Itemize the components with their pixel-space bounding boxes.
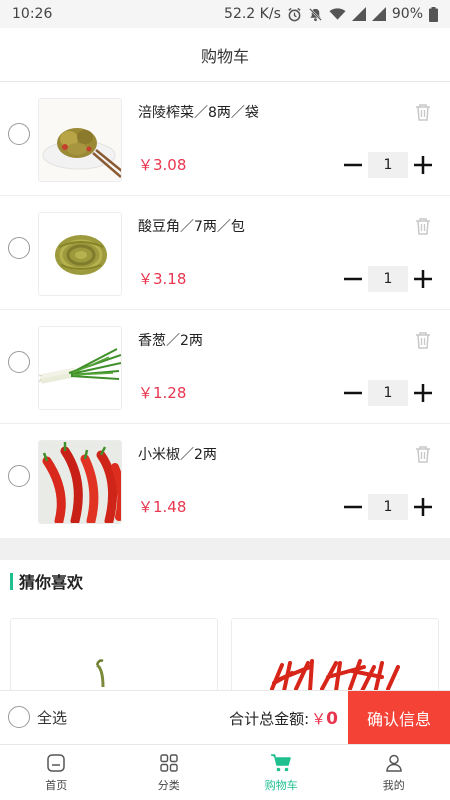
page-title: 购物车 xyxy=(200,46,249,66)
select-all-checkbox[interactable] xyxy=(8,706,30,728)
increase-button[interactable] xyxy=(410,494,436,520)
tab-home[interactable]: 首页 xyxy=(0,745,113,800)
tab-category[interactable]: 分类 xyxy=(113,745,226,800)
tab-home-label: 首页 xyxy=(45,778,68,792)
cart-icon xyxy=(271,753,292,771)
product-image-red-chili[interactable] xyxy=(38,440,122,524)
cart-list: 涪陵榨菜／8两／袋 ￥3.08 1 酸豆角／7两／包 ￥3.18 1 香葱／2两… xyxy=(0,82,450,538)
decrease-button[interactable] xyxy=(340,266,366,292)
tab-category-label: 分类 xyxy=(157,778,180,792)
quantity-input[interactable]: 1 xyxy=(368,266,408,292)
product-image-pickled-mustard[interactable] xyxy=(38,98,122,182)
product-name[interactable]: 香葱／2两 xyxy=(138,330,203,350)
quantity-input[interactable]: 1 xyxy=(368,494,408,520)
status-bar: 10:26 52.2 K/s 90% xyxy=(0,0,450,28)
trash-icon[interactable] xyxy=(414,216,432,236)
decrease-button[interactable] xyxy=(340,494,366,520)
section-divider xyxy=(0,538,450,560)
quantity-input[interactable]: 1 xyxy=(368,152,408,178)
total-amount: 合计总金额: ￥0 xyxy=(229,708,338,729)
quantity-stepper: 1 xyxy=(340,492,436,522)
mute-icon xyxy=(308,7,323,22)
decrease-button[interactable] xyxy=(340,152,366,178)
signal-icon xyxy=(351,7,366,21)
recommend-section: 猜你喜欢 xyxy=(0,560,450,708)
grid-icon xyxy=(160,753,178,772)
total-currency: ￥ xyxy=(311,710,327,728)
increase-button[interactable] xyxy=(410,380,436,406)
recommend-title-text: 猜你喜欢 xyxy=(19,573,84,592)
increase-button[interactable] xyxy=(410,152,436,178)
quantity-stepper: 1 xyxy=(340,150,436,180)
product-price: ￥3.08 xyxy=(138,156,187,174)
wifi-icon xyxy=(329,7,346,21)
product-price: ￥1.48 xyxy=(138,498,187,516)
quantity-stepper: 1 xyxy=(340,378,436,408)
item-select-checkbox[interactable] xyxy=(8,351,30,373)
cart-item: 酸豆角／7两／包 ￥3.18 1 xyxy=(0,196,450,310)
status-time: 10:26 xyxy=(12,6,53,22)
quantity-stepper: 1 xyxy=(340,264,436,294)
product-price: ￥3.18 xyxy=(138,270,187,288)
product-name[interactable]: 小米椒／2两 xyxy=(138,444,217,464)
battery-icon xyxy=(429,6,438,22)
total-value: ￥0 xyxy=(311,708,338,729)
cart-item: 小米椒／2两 ￥1.48 1 xyxy=(0,424,450,538)
signal-icon xyxy=(371,7,386,21)
product-name[interactable]: 酸豆角／7两／包 xyxy=(138,216,245,236)
tab-cart[interactable]: 购物车 xyxy=(225,745,338,800)
alarm-icon xyxy=(287,7,302,22)
item-select-checkbox[interactable] xyxy=(8,123,30,145)
page-header: 购物车 xyxy=(0,28,450,82)
tab-cart-label: 购物车 xyxy=(264,778,298,792)
total-number: 0 xyxy=(326,709,338,729)
checkout-bar: 全选 合计总金额: ￥0 确认信息 xyxy=(0,690,450,745)
item-select-checkbox[interactable] xyxy=(8,465,30,487)
increase-button[interactable] xyxy=(410,266,436,292)
total-label: 合计总金额: xyxy=(229,710,310,728)
title-accent-bar xyxy=(10,572,13,590)
status-icons: 52.2 K/s 90% xyxy=(224,6,438,22)
net-speed: 52.2 K/s xyxy=(224,6,281,22)
recommend-title: 猜你喜欢 xyxy=(10,572,84,592)
trash-icon[interactable] xyxy=(414,444,432,464)
select-all-toggle[interactable]: 全选 xyxy=(8,706,67,728)
tab-profile-label: 我的 xyxy=(382,778,405,792)
item-select-checkbox[interactable] xyxy=(8,237,30,259)
tab-profile[interactable]: 我的 xyxy=(338,745,450,800)
trash-icon[interactable] xyxy=(414,330,432,350)
decrease-button[interactable] xyxy=(340,380,366,406)
trash-icon[interactable] xyxy=(414,102,432,122)
confirm-button[interactable]: 确认信息 xyxy=(348,691,450,745)
home-icon xyxy=(47,753,65,772)
product-image-scallion[interactable] xyxy=(38,326,122,410)
product-image-pickled-beans[interactable] xyxy=(38,212,122,296)
cart-item: 香葱／2两 ￥1.28 1 xyxy=(0,310,450,424)
product-name[interactable]: 涪陵榨菜／8两／袋 xyxy=(138,102,259,122)
cart-item: 涪陵榨菜／8两／袋 ￥3.08 1 xyxy=(0,82,450,196)
quantity-input[interactable]: 1 xyxy=(368,380,408,406)
select-all-label: 全选 xyxy=(37,708,68,727)
product-price: ￥1.28 xyxy=(138,384,187,402)
bottom-tabbar: 首页 分类 购物车 我的 xyxy=(0,744,450,800)
battery-percent: 90% xyxy=(391,6,423,22)
person-icon xyxy=(385,754,402,772)
